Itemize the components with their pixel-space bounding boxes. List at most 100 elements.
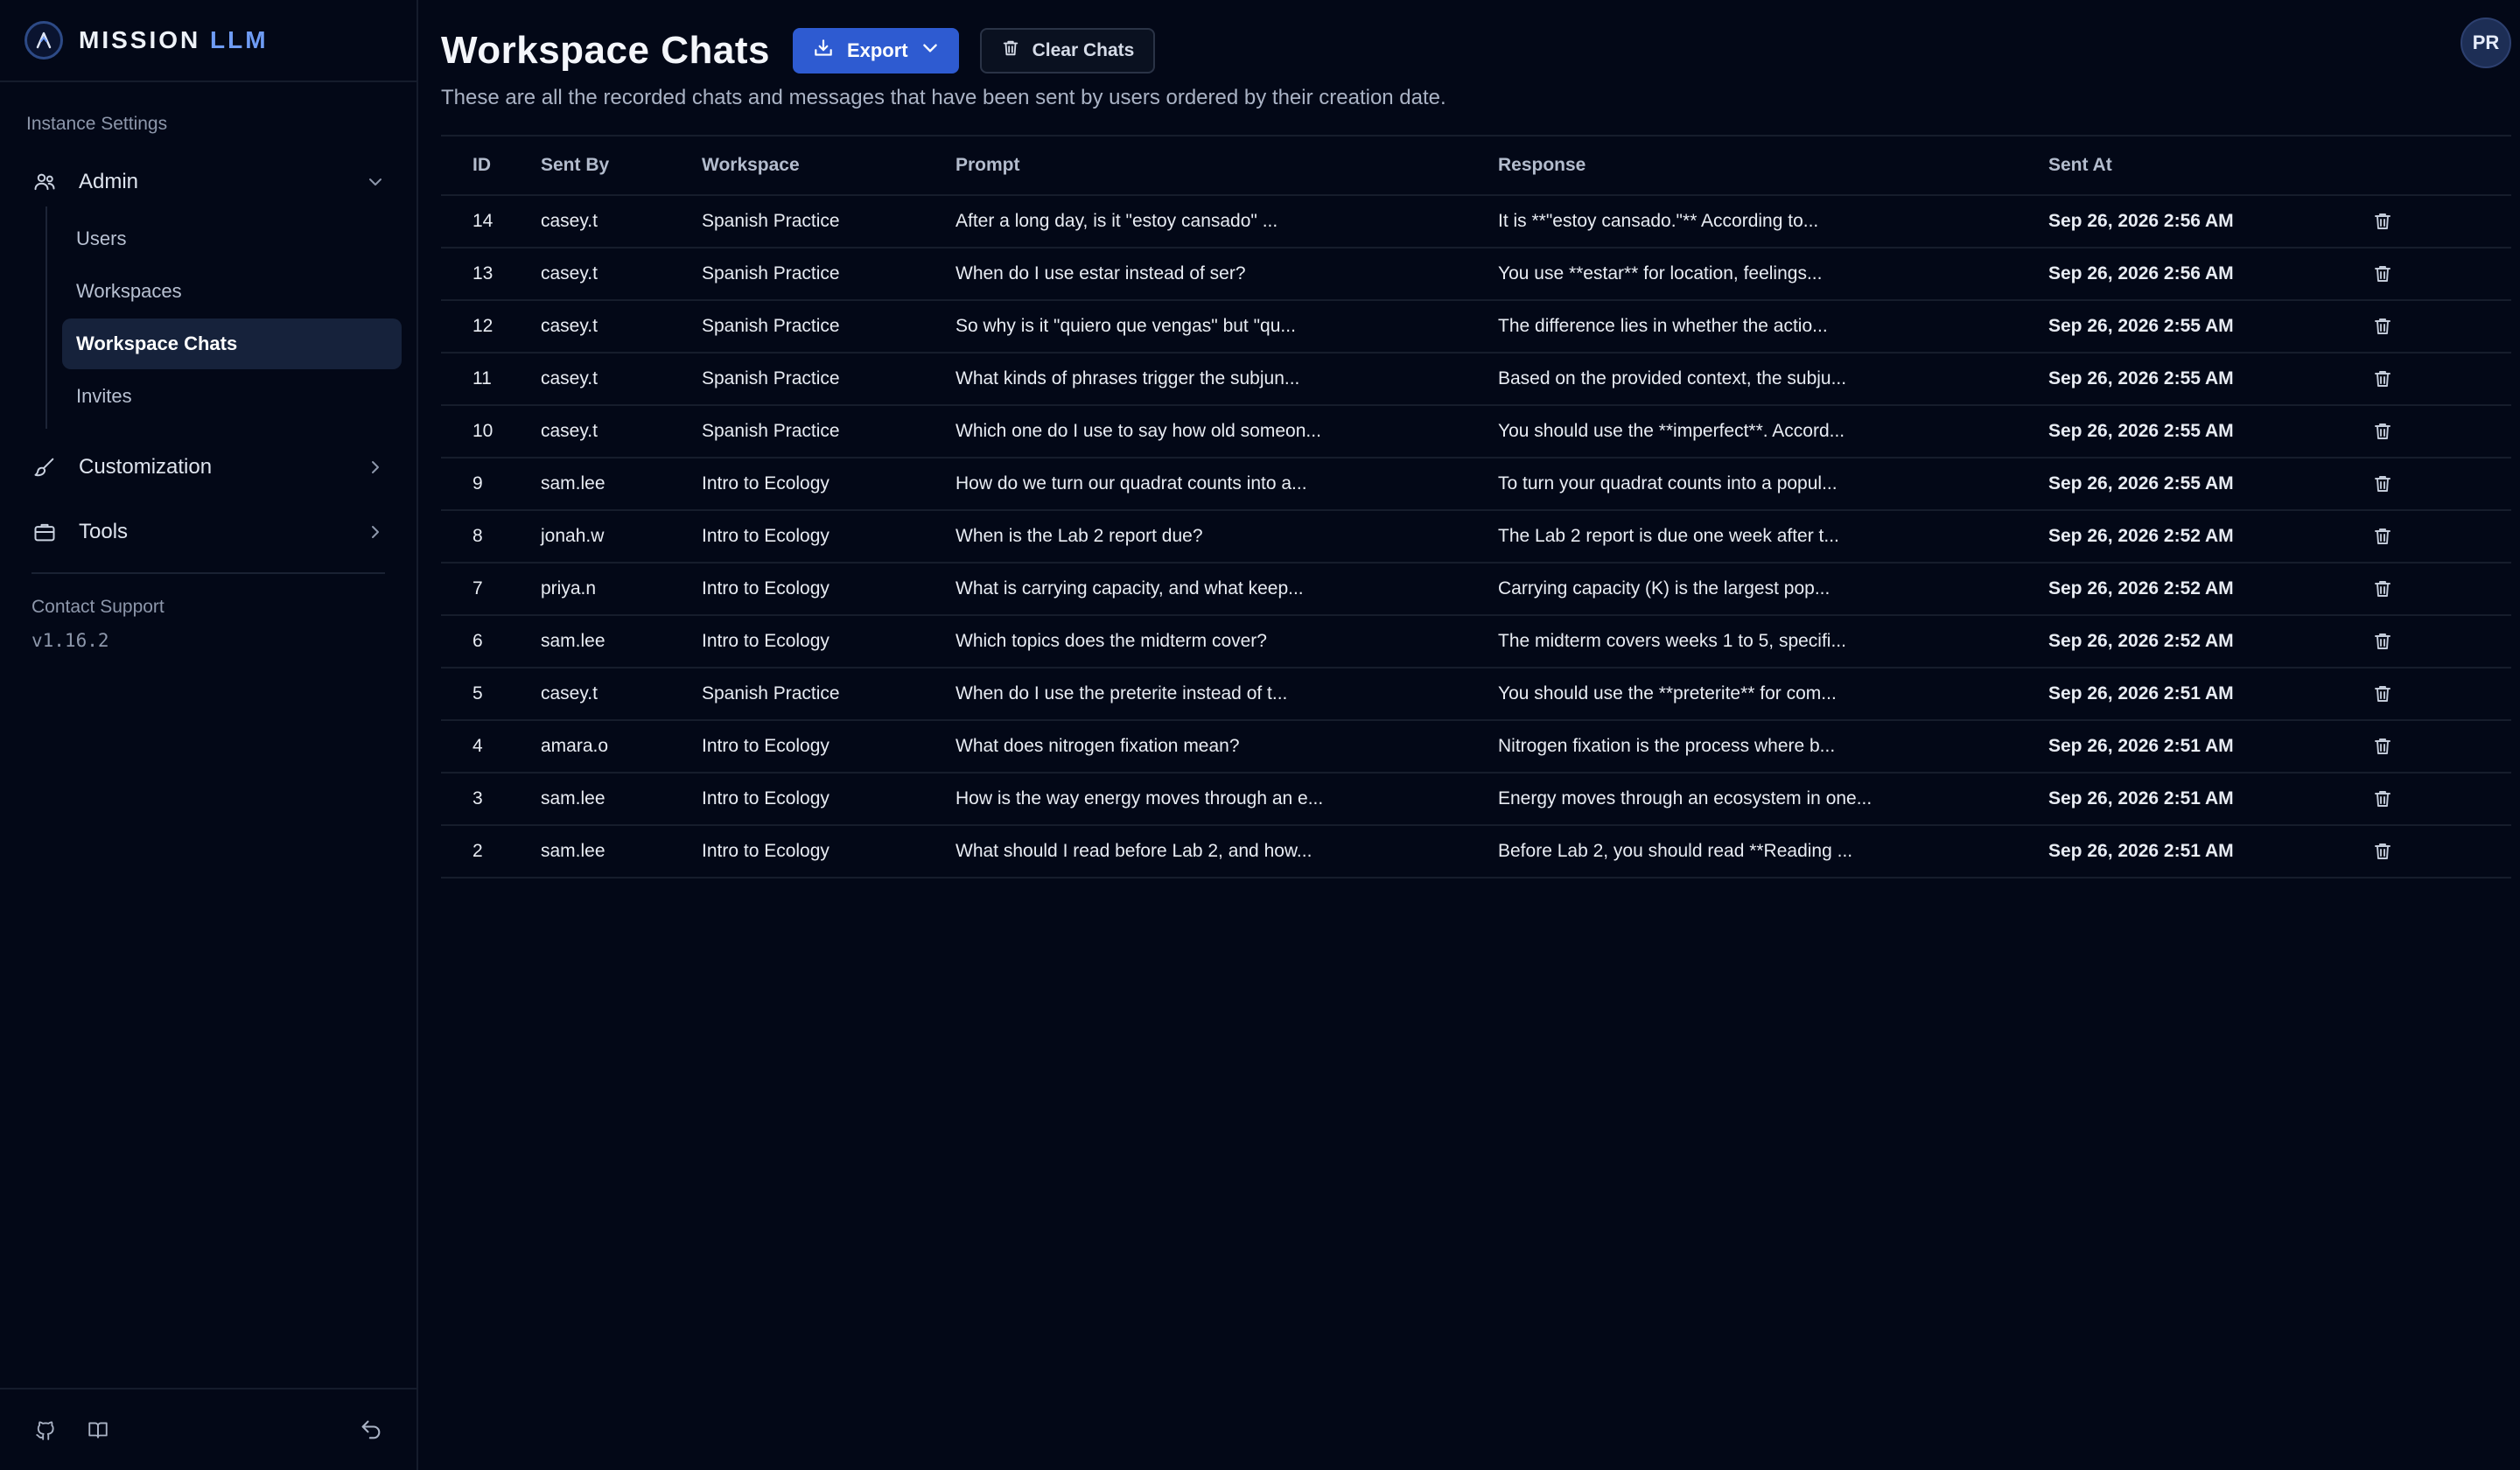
column-header-sent-at: Sent At (2048, 136, 2370, 196)
delete-chat-trash-icon[interactable] (2370, 838, 2395, 864)
cell-actions (2370, 353, 2511, 405)
column-header-id: ID (441, 136, 541, 196)
delete-chat-trash-icon[interactable] (2370, 733, 2395, 760)
cell-sent-by: sam.lee (541, 841, 606, 861)
back-arrow-icon[interactable] (357, 1416, 385, 1444)
delete-chat-trash-icon[interactable] (2370, 366, 2395, 392)
sidebar: MISSION LLM Instance Settings Admin User… (0, 0, 418, 1470)
download-icon (812, 37, 835, 65)
cell-workspace: Intro to Ecology (702, 631, 830, 651)
cell-id: 13 (472, 263, 494, 284)
nav-group-tools[interactable]: Tools (0, 508, 416, 556)
delete-chat-trash-icon[interactable] (2370, 261, 2395, 287)
cell-id: 5 (472, 683, 483, 704)
cell-prompt: So why is it "quiero que vengas" but "qu… (956, 316, 1296, 336)
sidebar-item-users[interactable]: Users (62, 214, 402, 264)
sidebar-item-invites[interactable]: Invites (62, 371, 402, 422)
trash-icon (1001, 38, 1020, 64)
cell-actions (2370, 510, 2511, 563)
cell-sent-at: Sep 26, 2026 2:56 AM (2048, 263, 2234, 284)
cell-actions (2370, 668, 2511, 720)
table-header-row: ID Sent By Workspace Prompt Response Sen… (441, 136, 2511, 196)
delete-chat-trash-icon[interactable] (2370, 786, 2395, 812)
delete-chat-trash-icon[interactable] (2370, 576, 2395, 602)
github-icon[interactable] (32, 1416, 60, 1444)
nav-group-admin[interactable]: Admin (0, 158, 416, 206)
table-row: 13 casey.t Spanish Practice When do I use e… (441, 248, 2511, 300)
delete-chat-trash-icon[interactable] (2370, 681, 2395, 707)
cell-actions (2370, 405, 2511, 458)
cell-response: You should use the **imperfect**. Accord… (1498, 421, 1845, 441)
brand-name-accent: LLM (210, 26, 269, 53)
table-row: 12 casey.t Spanish Practice So why is it "q… (441, 300, 2511, 353)
cell-actions (2370, 563, 2511, 615)
nav-group-customization-label: Customization (79, 455, 213, 479)
delete-chat-trash-icon[interactable] (2370, 628, 2395, 654)
cell-sent-by: casey.t (541, 421, 598, 441)
table-row: 9 sam.lee Intro to Ecology How do we turn o… (441, 458, 2511, 510)
sidebar-footer (0, 1388, 416, 1470)
delete-chat-trash-icon[interactable] (2370, 208, 2395, 234)
table-row: 5 casey.t Spanish Practice When do I use th… (441, 668, 2511, 720)
table-row: 10 casey.t Spanish Practice Which one do I … (441, 405, 2511, 458)
chats-table: ID Sent By Workspace Prompt Response Sen… (441, 135, 2511, 878)
export-button[interactable]: Export (792, 28, 959, 74)
cell-workspace: Intro to Ecology (702, 788, 830, 808)
cell-id: 2 (472, 841, 483, 861)
cell-id: 12 (472, 316, 494, 336)
avatar[interactable]: PR (2460, 18, 2511, 68)
cell-sent-by: casey.t (541, 316, 598, 336)
cell-id: 10 (472, 421, 494, 441)
cell-sent-at: Sep 26, 2026 2:55 AM (2048, 473, 2234, 494)
sidebar-item-workspace-chats[interactable]: Workspace Chats (62, 318, 402, 369)
cell-response: The midterm covers weeks 1 to 5, specifi… (1498, 631, 1846, 651)
cell-sent-by: casey.t (541, 683, 598, 704)
cell-sent-by: sam.lee (541, 631, 606, 651)
clear-chats-button[interactable]: Clear Chats (979, 28, 1156, 74)
cell-actions (2370, 615, 2511, 668)
brand-name: MISSION LLM (79, 26, 269, 54)
cell-prompt: What does nitrogen fixation mean? (956, 736, 1240, 756)
cell-actions (2370, 300, 2511, 353)
cell-sent-at: Sep 26, 2026 2:52 AM (2048, 578, 2234, 598)
cell-id: 7 (472, 578, 483, 598)
delete-chat-trash-icon[interactable] (2370, 471, 2395, 497)
cell-response: Based on the provided context, the subju… (1498, 368, 1847, 388)
chevron-right-icon (366, 522, 385, 542)
cell-response: It is **"estoy cansado."** According to.… (1498, 211, 1819, 231)
chevron-down-icon (920, 38, 940, 63)
cell-prompt: When do I use estar instead of ser? (956, 263, 1246, 284)
cell-actions (2370, 825, 2511, 878)
cell-sent-at: Sep 26, 2026 2:51 AM (2048, 788, 2234, 808)
delete-chat-trash-icon[interactable] (2370, 523, 2395, 550)
brand[interactable]: MISSION LLM (0, 0, 416, 82)
book-icon[interactable] (84, 1416, 112, 1444)
briefcase-icon (32, 519, 58, 545)
cell-response: Energy moves through an ecosystem in one… (1498, 788, 1872, 808)
table-row: 2 sam.lee Intro to Ecology What should I re… (441, 825, 2511, 878)
cell-workspace: Intro to Ecology (702, 578, 830, 598)
cell-sent-by: priya.n (541, 578, 597, 598)
contact-support-link[interactable]: Contact Support (0, 574, 416, 618)
cell-sent-by: sam.lee (541, 473, 606, 494)
brand-name-main: MISSION (79, 26, 201, 53)
cell-workspace: Spanish Practice (702, 368, 840, 388)
cell-id: 6 (472, 631, 483, 651)
cell-prompt: What should I read before Lab 2, and how… (956, 841, 1312, 861)
nav-group-customization[interactable]: Customization (0, 443, 416, 492)
cell-workspace: Intro to Ecology (702, 736, 830, 756)
delete-chat-trash-icon[interactable] (2370, 313, 2395, 340)
table-row: 8 jonah.w Intro to Ecology When is the Lab … (441, 510, 2511, 563)
delete-chat-trash-icon[interactable] (2370, 418, 2395, 444)
cell-response: Before Lab 2, you should read **Reading … (1498, 841, 1853, 861)
cell-prompt: How is the way energy moves through an e… (956, 788, 1324, 808)
cell-id: 9 (472, 473, 483, 494)
cell-actions (2370, 720, 2511, 773)
page-subtitle: These are all the recorded chats and mes… (441, 86, 1446, 109)
cell-id: 3 (472, 788, 483, 808)
cell-id: 14 (472, 211, 494, 231)
cell-response: The Lab 2 report is due one week after t… (1498, 526, 1839, 546)
column-header-workspace: Workspace (702, 136, 956, 196)
sidebar-item-workspaces[interactable]: Workspaces (62, 266, 402, 317)
cell-sent-by: casey.t (541, 368, 598, 388)
